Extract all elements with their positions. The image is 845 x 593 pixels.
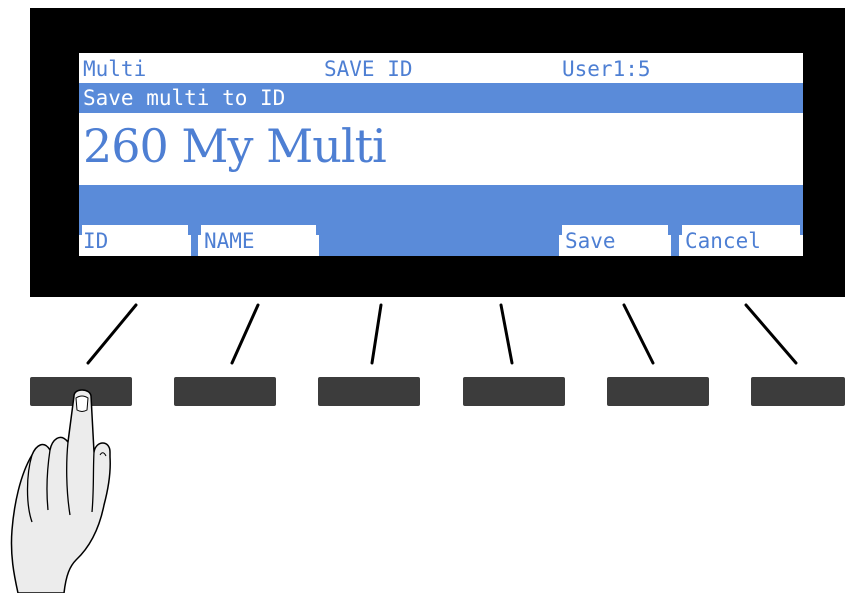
finger-pointing-hand-icon bbox=[10, 389, 111, 593]
